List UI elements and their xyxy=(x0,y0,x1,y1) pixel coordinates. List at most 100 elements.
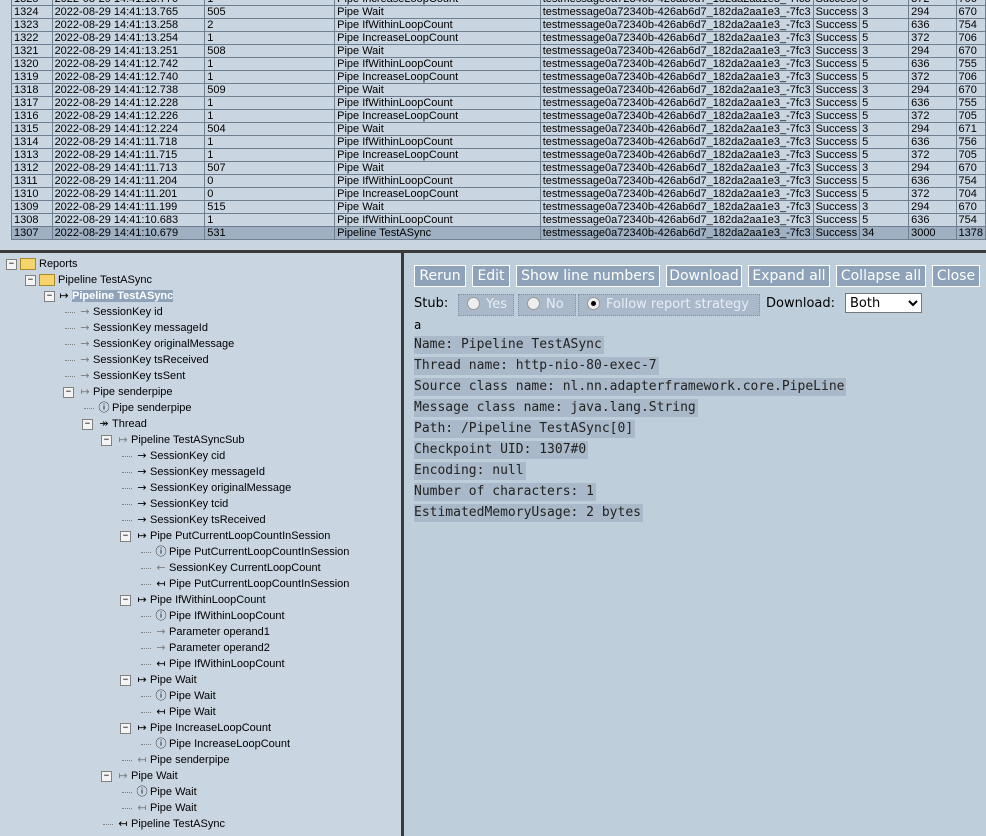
table-row[interactable]: 1307 2022-08-29 14:41:10.679 531 Pipeline T… xyxy=(11,226,986,240)
table-cell: 294 xyxy=(908,161,957,175)
table-row[interactable]: 1320 2022-08-29 14:41:12.742 1 Pipe IfWithi… xyxy=(11,57,986,71)
tree-node[interactable]: → SessionKey tsReceived xyxy=(134,512,265,528)
collapse-toggle-icon[interactable]: − xyxy=(44,291,55,302)
tree-node[interactable]: ← SessionKey CurrentLoopCount xyxy=(153,560,320,576)
collapse-toggle-icon[interactable]: − xyxy=(120,675,131,686)
collapse-toggle-icon[interactable]: − xyxy=(6,259,17,270)
tree-node-label: Pipe senderpipe xyxy=(112,402,192,414)
table-row[interactable]: 1314 2022-08-29 14:41:11.718 1 Pipe IfWithi… xyxy=(11,135,986,149)
collapse-toggle-icon[interactable]: − xyxy=(25,275,36,286)
table-row[interactable]: 1317 2022-08-29 14:41:12.228 1 Pipe IfWithi… xyxy=(11,96,986,110)
table-cell: Success xyxy=(812,148,861,162)
tree-node-label: Parameter operand2 xyxy=(169,642,270,654)
table-cell: 754 xyxy=(955,18,986,32)
tree-node[interactable]: ↤ Pipe PutCurrentLoopCountInSession xyxy=(153,576,349,592)
collapse-toggle-icon[interactable]: − xyxy=(120,595,131,606)
tree-node[interactable]: → SessionKey messageId xyxy=(77,320,208,336)
table-cell: 704 xyxy=(955,187,986,201)
collapse-toggle-icon[interactable]: − xyxy=(63,387,74,398)
tree-node[interactable]: → SessionKey id xyxy=(77,304,162,320)
tree-node[interactable]: → SessionKey tcid xyxy=(134,496,228,512)
table-row[interactable]: 1313 2022-08-29 14:41:11.715 1 Pipe Increas… xyxy=(11,148,986,162)
tree-node[interactable]: ↦ Pipe Wait xyxy=(115,768,178,784)
tree-node[interactable]: → SessionKey tsReceived xyxy=(77,352,208,368)
tree-node[interactable]: ↤ Pipe senderpipe xyxy=(134,752,229,768)
stub-no-radio[interactable]: No xyxy=(518,294,576,316)
tree-node-label: Pipe IncreaseLoopCount xyxy=(150,722,272,734)
arrow-icon: → xyxy=(137,449,147,462)
collapse-toggle-icon[interactable]: − xyxy=(82,419,93,430)
table-cell: 1318 xyxy=(11,83,53,97)
table-row[interactable]: 1315 2022-08-29 14:41:12.224 504 Pipe Wait t… xyxy=(11,122,986,136)
tree-node[interactable]: ⓘ Pipe PutCurrentLoopCountInSession xyxy=(153,544,350,560)
tree-node[interactable]: → Parameter operand1 xyxy=(153,624,270,640)
tree-node[interactable]: → SessionKey tsSent xyxy=(77,368,185,384)
tree-node[interactable]: ⓘ Pipe IfWithinLoopCount xyxy=(153,608,285,624)
tree-node[interactable]: ↦ Pipeline TestASync xyxy=(56,288,401,304)
tree-node[interactable]: → SessionKey originalMessage xyxy=(134,480,291,496)
table-cell: 2022-08-29 14:41:13.765 xyxy=(51,5,206,19)
table-cell: Pipe Wait xyxy=(334,200,541,214)
table-row[interactable]: 1321 2022-08-29 14:41:13.251 508 Pipe Wait t… xyxy=(11,44,986,58)
stub-yes-radio[interactable]: Yes xyxy=(458,294,514,316)
table-row[interactable]: 1312 2022-08-29 14:41:11.713 507 Pipe Wait t… xyxy=(11,161,986,175)
tree-node[interactable]: ↦ Pipeline TestASyncSub xyxy=(115,432,244,448)
collapse-all-button[interactable]: Collapse all xyxy=(836,265,926,287)
tree-node[interactable]: → Parameter operand2 xyxy=(153,640,270,656)
table-row[interactable]: 1323 2022-08-29 14:41:13.258 2 Pipe IfWithi… xyxy=(11,18,986,32)
tree-node[interactable]: ↦ Pipe senderpipe xyxy=(77,384,172,400)
tree-node[interactable]: → SessionKey cid xyxy=(134,448,225,464)
table-row[interactable]: 1311 2022-08-29 14:41:11.204 0 Pipe IfWithi… xyxy=(11,174,986,188)
collapse-toggle-icon[interactable]: − xyxy=(101,771,112,782)
tree-node[interactable]: Reports xyxy=(20,256,78,272)
table-cell: Success xyxy=(812,122,861,136)
table-cell: testmessage0a72340b-426ab6d7_182da2aa1e3… xyxy=(539,57,814,71)
table-cell: 1308 xyxy=(11,213,53,227)
table-row[interactable]: 1308 2022-08-29 14:41:10.683 1 Pipe IfWithi… xyxy=(11,213,986,227)
tree-node[interactable]: Pipeline TestASync xyxy=(39,272,152,288)
table-cell: Success xyxy=(812,174,861,188)
tree-node[interactable]: ⓘ Pipe Wait xyxy=(134,784,197,800)
table-row[interactable]: 1316 2022-08-29 14:41:12.226 1 Pipe Increas… xyxy=(11,109,986,123)
tree-node[interactable]: ⓘ Pipe senderpipe xyxy=(96,400,192,416)
download-select[interactable]: Both xyxy=(845,293,922,313)
table-row[interactable]: 1324 2022-08-29 14:41:13.765 505 Pipe Wait t… xyxy=(11,5,986,19)
table-row[interactable]: 1322 2022-08-29 14:41:13.254 1 Pipe Increas… xyxy=(11,31,986,45)
table-row[interactable]: 1318 2022-08-29 14:41:12.738 509 Pipe Wait t… xyxy=(11,83,986,97)
tree-node[interactable]: ↦ Pipe PutCurrentLoopCountInSession xyxy=(134,528,330,544)
table-row[interactable]: 1319 2022-08-29 14:41:12.740 1 Pipe Increas… xyxy=(11,70,986,84)
tree-node[interactable]: ↤ Pipe Wait xyxy=(134,800,196,816)
edit-button[interactable]: Edit xyxy=(472,265,510,287)
tree-node[interactable]: ⓘ Pipe Wait xyxy=(153,688,216,704)
collapse-toggle-icon[interactable]: − xyxy=(120,723,131,734)
tree-node-label: Pipe Wait xyxy=(131,770,178,782)
table-row[interactable]: 1310 2022-08-29 14:41:11.201 0 Pipe Increas… xyxy=(11,187,986,201)
start-arrow-icon: ↦ xyxy=(137,593,147,606)
tree-node[interactable]: ⓘ Pipe IncreaseLoopCount xyxy=(153,736,291,752)
rerun-button[interactable]: Rerun xyxy=(414,265,466,287)
table-cell: 505 xyxy=(204,5,336,19)
table-cell: 5 xyxy=(859,148,910,162)
tree-node[interactable]: ↤ Pipeline TestASync xyxy=(115,816,225,832)
grey-arrow-icon: → xyxy=(80,305,90,318)
tree-node[interactable]: ↤ Pipe IfWithinLoopCount xyxy=(153,656,284,672)
table-row[interactable]: 1309 2022-08-29 14:41:11.199 515 Pipe Wait t… xyxy=(11,200,986,214)
download-button[interactable]: Download xyxy=(666,265,742,287)
tree-connector xyxy=(65,328,75,329)
tree-node[interactable]: ↤ Pipe Wait xyxy=(153,704,215,720)
tree-node[interactable]: ↠ Thread xyxy=(96,416,146,432)
tree-node[interactable]: ↦ Pipe Wait xyxy=(134,672,196,688)
collapse-toggle-icon[interactable]: − xyxy=(101,435,112,446)
tree-node[interactable]: → SessionKey messageId xyxy=(134,464,265,480)
collapse-toggle-icon[interactable]: − xyxy=(120,531,131,542)
table-cell: Success xyxy=(812,83,861,97)
close-button[interactable]: Close xyxy=(932,265,980,287)
tree-node[interactable]: ↦ Pipe IfWithinLoopCount xyxy=(134,592,265,608)
stub-follow-radio[interactable]: Follow report strategy xyxy=(578,294,760,316)
tree-node-label: Pipe PutCurrentLoopCountInSession xyxy=(169,546,350,558)
expand-all-button[interactable]: Expand all xyxy=(748,265,830,287)
tree-node[interactable]: ↦ Pipe IncreaseLoopCount xyxy=(134,720,271,736)
show-line-numbers-button[interactable]: Show line numbers xyxy=(516,265,660,287)
info-line: Encoding: null xyxy=(414,462,526,480)
tree-node[interactable]: → SessionKey originalMessage xyxy=(77,336,234,352)
